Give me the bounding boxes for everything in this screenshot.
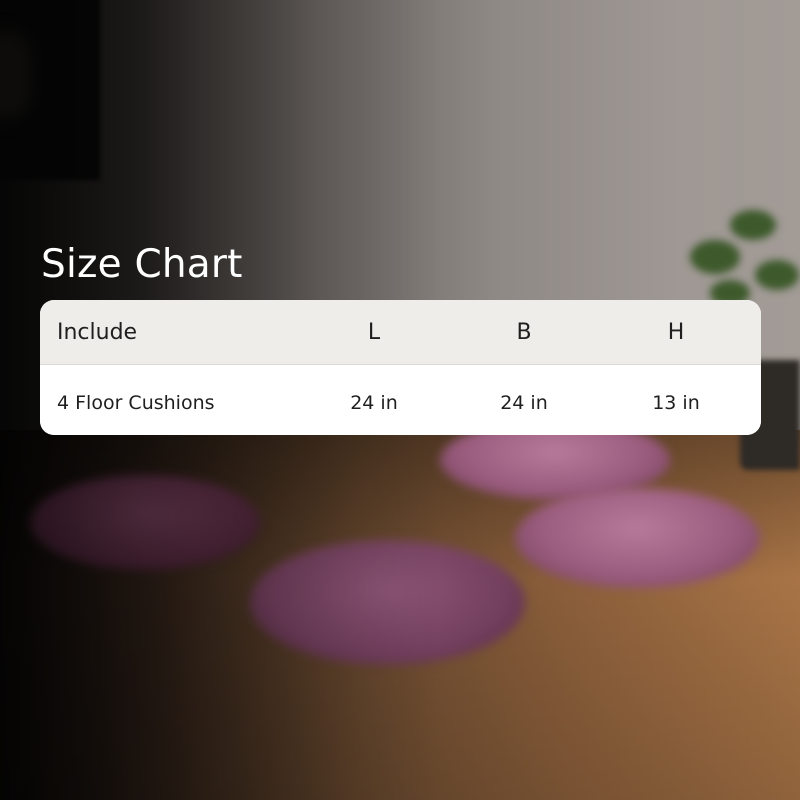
size-chart-table: Include L B H 4 Floor Cushions 24 in 24 … (40, 300, 761, 435)
table-row: 4 Floor Cushions 24 in 24 in 13 in (40, 365, 761, 435)
header-height: H (667, 319, 685, 345)
cell-breadth: 24 in (500, 392, 548, 414)
size-chart-title: Size Chart (41, 242, 243, 287)
header-length: L (367, 319, 381, 345)
cell-length: 24 in (350, 392, 398, 414)
cell-height: 13 in (652, 392, 700, 414)
header-include: Include (57, 319, 138, 345)
cell-include: 4 Floor Cushions (57, 392, 215, 414)
header-breadth: B (516, 319, 532, 345)
table-header-row: Include L B H (40, 300, 761, 365)
